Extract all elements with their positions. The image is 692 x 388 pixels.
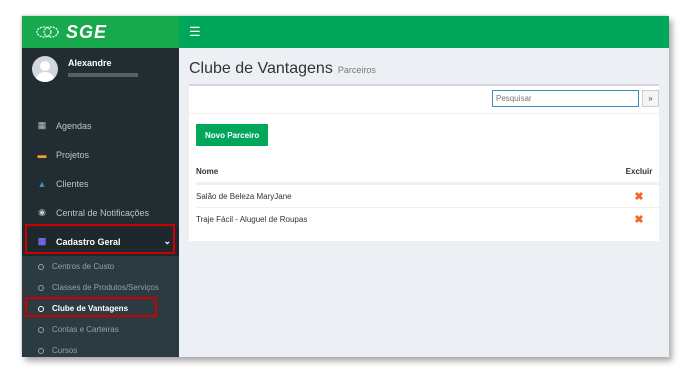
avatar — [32, 56, 58, 82]
sub-item-label: Contas e Carteiras — [52, 325, 119, 334]
search-button-label: » — [648, 94, 653, 103]
delete-icon[interactable]: ✖ — [634, 214, 643, 226]
top-navbar: ☰ — [179, 16, 669, 48]
sub-item-label: Clube de Vantagens — [52, 304, 129, 313]
circle-icon — [38, 263, 44, 270]
page-subtitle: Parceiros — [337, 65, 376, 75]
user-icon: ▲ — [37, 178, 47, 189]
sub-item-cursos[interactable]: Cursos — [22, 340, 179, 357]
new-partner-label: Novo Parceiro — [205, 130, 260, 140]
rss-icon: ◉ — [38, 207, 46, 217]
search-row: » — [189, 86, 659, 114]
sub-menu: Centros de Custo Classes de Produtos/Ser… — [22, 256, 179, 357]
column-header-delete: Excluir — [625, 166, 653, 176]
page-title: Clube de Vantagens — [189, 60, 333, 77]
partners-box: » Novo Parceiro Nome Excluir Salão de Be… — [189, 84, 659, 241]
sidebar-item-clientes[interactable]: ▲ Clientes — [22, 169, 179, 198]
calendar-icon: ▦ — [37, 120, 47, 130]
sub-item-centros-de-custo[interactable]: Centros de Custo — [22, 256, 179, 277]
sub-item-contas-carteiras[interactable]: Contas e Carteiras — [22, 319, 179, 340]
logo-icon — [36, 26, 59, 38]
table-row: Salão de Beleza MaryJane ✖ — [196, 184, 659, 207]
circle-icon — [38, 326, 44, 333]
circle-icon — [38, 305, 44, 312]
sidebar: Alexandre ▦ Agendas ▬ Projetos ▲ Cliente… — [22, 48, 179, 357]
sub-item-classes-produtos[interactable]: Classes de Produtos/Serviços — [22, 277, 179, 298]
app-window: SGE ☰ Alexandre ▦ Agendas ▬ Projetos ▲ C… — [22, 16, 669, 357]
circle-icon — [38, 284, 44, 291]
sub-item-label: Cursos — [52, 346, 78, 355]
search-button[interactable]: » — [642, 90, 659, 107]
sidebar-item-label: Central de Notificações — [56, 207, 150, 218]
chevron-down-icon: ⌄ — [163, 236, 171, 246]
sidebar-item-label: Clientes — [56, 178, 89, 189]
table-header-row: Nome Excluir — [196, 160, 659, 184]
hamburger-icon[interactable]: ☰ — [189, 24, 201, 40]
sidebar-item-projetos[interactable]: ▬ Projetos — [22, 140, 179, 169]
search-input[interactable] — [492, 90, 639, 107]
partners-table: Nome Excluir Salão de Beleza MaryJane ✖ … — [196, 160, 659, 230]
circle-icon — [38, 347, 44, 354]
sidebar-item-cadastro-geral[interactable]: ▦ Cadastro Geral ⌄ — [22, 227, 179, 256]
delete-icon[interactable]: ✖ — [634, 191, 643, 203]
partner-name: Salão de Beleza MaryJane — [196, 191, 292, 201]
sidebar-item-notificacoes[interactable]: ◉ Central de Notificações — [22, 198, 179, 227]
sidebar-item-agendas[interactable]: ▦ Agendas — [22, 111, 179, 140]
sub-item-clube-de-vantagens[interactable]: Clube de Vantagens — [22, 298, 179, 319]
logo[interactable]: SGE — [22, 16, 179, 48]
sub-item-label: Centros de Custo — [52, 262, 115, 271]
user-panel: Alexandre — [22, 48, 179, 108]
grid-icon: ▦ — [37, 236, 47, 246]
new-partner-button[interactable]: Novo Parceiro — [196, 124, 269, 146]
sidebar-item-label: Cadastro Geral — [56, 236, 121, 247]
user-name: Alexandre — [68, 58, 112, 68]
sub-item-label: Classes de Produtos/Serviços — [52, 283, 159, 292]
folder-icon: ▬ — [37, 149, 47, 160]
user-status-blurred — [68, 73, 138, 77]
sidebar-item-label: Agendas — [56, 120, 92, 131]
partner-name: Traje Fácil - Aluguel de Roupas — [196, 214, 308, 224]
sidebar-item-label: Projetos — [56, 149, 90, 160]
content-header: Clube de Vantagens Parceiros — [189, 60, 376, 78]
logo-text: SGE — [66, 21, 108, 42]
column-header-name: Nome — [196, 166, 219, 176]
table-row: Traje Fácil - Aluguel de Roupas ✖ — [196, 207, 659, 230]
